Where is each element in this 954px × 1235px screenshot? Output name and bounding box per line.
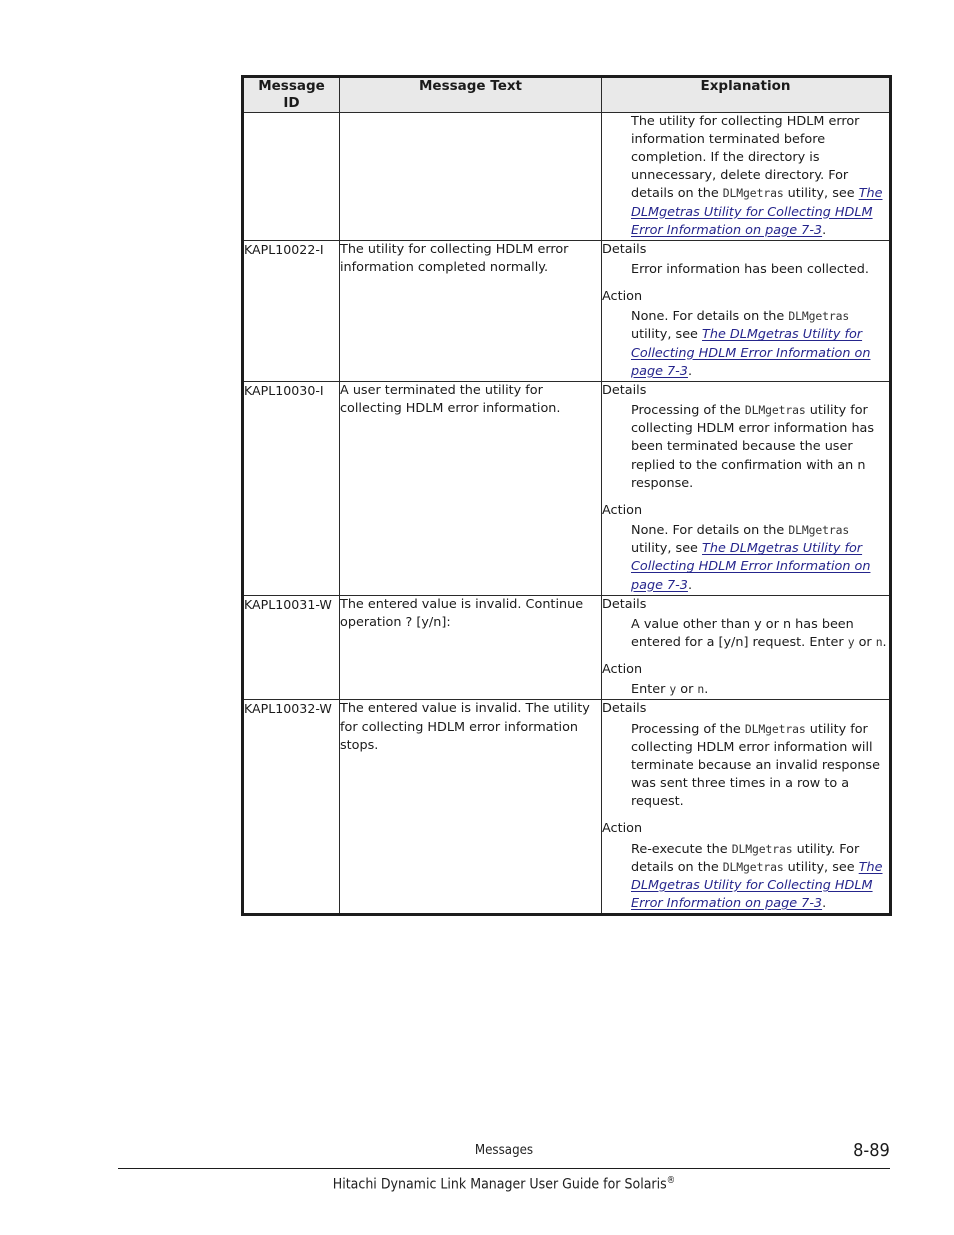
action-label: Action — [602, 821, 643, 837]
footer-book-title: Hitachi Dynamic Link Manager User Guide … — [157, 1175, 852, 1193]
footer-book-title-text: Hitachi Dynamic Link Manager User Guide … — [332, 1176, 667, 1193]
action-text-tail: . — [704, 682, 709, 698]
mono-dlmgetras: DLMgetras — [744, 721, 806, 736]
details-body: Processing of the DLMgetras utility for … — [602, 721, 889, 812]
action-body: None. For details on the DLMgetras utili… — [602, 308, 889, 381]
details-label: Details — [602, 241, 647, 257]
table-header: Message ID Message Text Explanation — [242, 76, 891, 113]
cell-message-id: KAPL10030-I — [242, 380, 340, 596]
mono-dlmgetras: DLMgetras — [722, 186, 784, 201]
footer-page-number: 8-89 — [853, 1140, 890, 1161]
details-text-pre: Processing of the — [631, 721, 745, 737]
cell-message-id: KAPL10022-I — [242, 239, 340, 382]
action-text-pre: None. For details on the — [631, 523, 789, 539]
messages-table: Message ID Message Text Explanation The … — [241, 75, 892, 917]
details-label: Details — [602, 382, 647, 398]
table-row: KAPL10031-W The entered value is invalid… — [242, 594, 891, 701]
mono-dlmgetras: DLMgetras — [788, 309, 850, 324]
explanation-continued-paragraph: The utility for collecting HDLM error in… — [602, 113, 889, 240]
action-label: Action — [602, 289, 643, 305]
table-row: KAPL10022-I The utility for collecting H… — [242, 239, 891, 382]
cell-message-id — [242, 111, 340, 241]
column-header-message-id-line2: ID — [283, 94, 300, 111]
action-body: Enter y or n. — [602, 681, 889, 699]
action-text-tail: . — [687, 363, 693, 379]
action-body: Re-execute the DLMgetras utility. For de… — [602, 841, 889, 914]
column-header-message-text: Message Text — [339, 76, 602, 113]
action-text-tail: . — [822, 896, 827, 911]
action-body: None. For details on the DLMgetras utili… — [602, 522, 889, 595]
cell-message-text: The entered value is invalid. The utilit… — [339, 699, 602, 916]
registered-trademark-icon: ® — [666, 1175, 676, 1186]
action-text-mid: utility, see — [631, 541, 703, 557]
cell-explanation: Details Error information has been colle… — [601, 239, 891, 382]
details-body: Processing of the DLMgetras utility for … — [602, 402, 889, 493]
mono-n: n — [875, 634, 883, 649]
cell-explanation: Details A value other than y or n has be… — [601, 594, 891, 701]
mono-dlmgetras: DLMgetras — [788, 523, 850, 538]
column-header-explanation: Explanation — [601, 76, 891, 113]
explanation-text-mid: utility, see — [783, 186, 859, 202]
explanation-text-tail: . — [822, 222, 827, 238]
table-row: KAPL10030-I A user terminated the utilit… — [242, 380, 891, 596]
cell-message-id: KAPL10032-W — [242, 699, 340, 916]
action-text-mid: utility, see — [631, 327, 703, 343]
details-text-pre: Processing of the — [631, 403, 745, 419]
table-body: The utility for collecting HDLM error in… — [242, 111, 891, 916]
page-footer: Messages 8-89 Hitachi Dynamic Link Manag… — [118, 1140, 890, 1193]
action-text-pre: Re-execute the — [631, 841, 732, 857]
table-row: The utility for collecting HDLM error in… — [242, 111, 891, 241]
cell-message-text: A user terminated the utility for collec… — [339, 380, 602, 596]
details-label: Details — [602, 701, 647, 717]
action-label: Action — [602, 502, 643, 518]
action-text-tail: . — [687, 577, 693, 593]
cell-message-text: The utility for collecting HDLM error in… — [339, 239, 602, 382]
footer-top-line: Messages 8-89 — [118, 1140, 890, 1166]
mono-y: y — [847, 634, 855, 649]
mono-dlmgetras: DLMgetras — [744, 403, 806, 418]
cell-explanation: Details Processing of the DLMgetras util… — [601, 380, 891, 596]
details-body: A value other than y or n has been enter… — [602, 616, 889, 652]
action-text-or: or — [676, 682, 698, 698]
details-text-or: or — [854, 634, 876, 650]
details-body: Error information has been collected. — [631, 262, 869, 277]
details-label: Details — [602, 596, 647, 612]
mono-dlmgetras: DLMgetras — [731, 841, 793, 856]
cell-message-text: The entered value is invalid. Continue o… — [339, 594, 602, 701]
footer-divider — [118, 1168, 890, 1169]
action-label: Action — [602, 662, 643, 678]
footer-section-label: Messages — [474, 1142, 534, 1158]
cell-explanation: Details Processing of the DLMgetras util… — [601, 699, 891, 916]
cell-explanation: The utility for collecting HDLM error in… — [601, 111, 891, 241]
details-text-pre: A value other than y or n has been enter… — [631, 616, 854, 650]
column-header-message-id-line1: Message — [258, 78, 325, 94]
mono-dlmgetras-2: DLMgetras — [722, 859, 784, 874]
messages-table-container: Message ID Message Text Explanation The … — [241, 75, 892, 917]
cell-message-text — [339, 111, 602, 241]
action-text-pre: Enter — [631, 682, 670, 698]
table-row: KAPL10032-W The entered value is invalid… — [242, 699, 891, 916]
action-text-pre: None. For details on the — [631, 309, 789, 325]
column-header-message-id: Message ID — [242, 76, 340, 113]
action-text-mid2: utility, see — [783, 859, 859, 875]
table-header-row: Message ID Message Text Explanation — [242, 76, 891, 113]
details-text-tail: . — [882, 634, 887, 650]
cell-message-id: KAPL10031-W — [242, 594, 340, 701]
